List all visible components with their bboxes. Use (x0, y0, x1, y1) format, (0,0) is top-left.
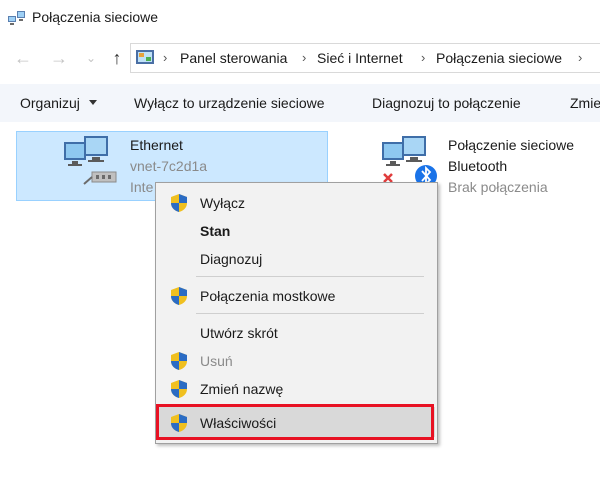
back-arrow-icon[interactable]: ← (12, 48, 34, 70)
forward-arrow-icon[interactable]: → (48, 48, 70, 70)
chevron-down-icon[interactable]: ⌄ (80, 48, 102, 70)
diagnose-button[interactable]: Diagnozuj to połączenie (372, 95, 521, 111)
uac-shield-icon (171, 194, 187, 212)
menu-item-label: Diagnozuj (200, 251, 263, 267)
menu-item-status[interactable]: Stan (156, 217, 437, 245)
connection-name: Ethernet (130, 137, 183, 153)
control-panel-icon (136, 50, 154, 64)
breadcrumb-separator-icon[interactable]: › (578, 50, 582, 65)
menu-item-label: Stan (200, 223, 231, 239)
menu-item-label: Połączenia mostkowe (200, 288, 336, 304)
breadcrumb-separator-icon: › (302, 50, 307, 65)
ethernet-adapter-icon (64, 136, 117, 185)
breadcrumb-separator-icon: › (163, 50, 168, 65)
menu-item-label: Zmień nazwę (200, 381, 284, 397)
breadcrumb-siec-i-internet[interactable]: Sieć i Internet (317, 50, 403, 66)
menu-item-rename[interactable]: Zmień nazwę (156, 375, 437, 403)
connection-status: Brak połączenia (448, 179, 548, 195)
window-title: Połączenia sieciowe (32, 9, 159, 25)
menu-item-delete: Usuń (156, 347, 437, 375)
uac-shield-icon (171, 380, 187, 398)
highlight-frame (156, 404, 434, 440)
menu-item-label: Utwórz skrót (200, 325, 278, 341)
uac-shield-icon (171, 287, 187, 305)
rename-button[interactable]: Zmie (570, 95, 600, 111)
menu-item-create-shortcut[interactable]: Utwórz skrót (156, 319, 437, 347)
connection-network: vnet-7c2d1a (130, 158, 208, 174)
menu-item-label: Usuń (200, 353, 233, 369)
menu-item-label: Wyłącz (200, 195, 245, 211)
menu-item-disable[interactable]: Wyłącz (156, 189, 437, 217)
connection-device: Inte (130, 179, 154, 195)
menu-item-bridge-connections[interactable]: Połączenia mostkowe (156, 282, 437, 310)
organize-button[interactable]: Organizuj (20, 95, 80, 111)
up-arrow-icon[interactable]: ↑ (106, 48, 128, 70)
caret-down-icon (89, 100, 97, 105)
breadcrumb-separator-icon: › (421, 50, 426, 65)
breadcrumb-panel-sterowania[interactable]: Panel sterowania (180, 50, 287, 66)
connection-name-continued: Bluetooth (448, 158, 508, 174)
connection-name: Połączenie sieciowe (448, 137, 575, 153)
menu-separator (196, 276, 424, 277)
disable-device-button[interactable]: Wyłącz to urządzenie sieciowe (134, 95, 325, 111)
menu-separator (196, 313, 424, 314)
menu-item-diagnose[interactable]: Diagnozuj (156, 245, 437, 273)
uac-shield-icon (171, 352, 187, 370)
network-connections-icon (8, 11, 25, 25)
breadcrumb-polaczenia-sieciowe[interactable]: Połączenia sieciowe (436, 50, 562, 66)
